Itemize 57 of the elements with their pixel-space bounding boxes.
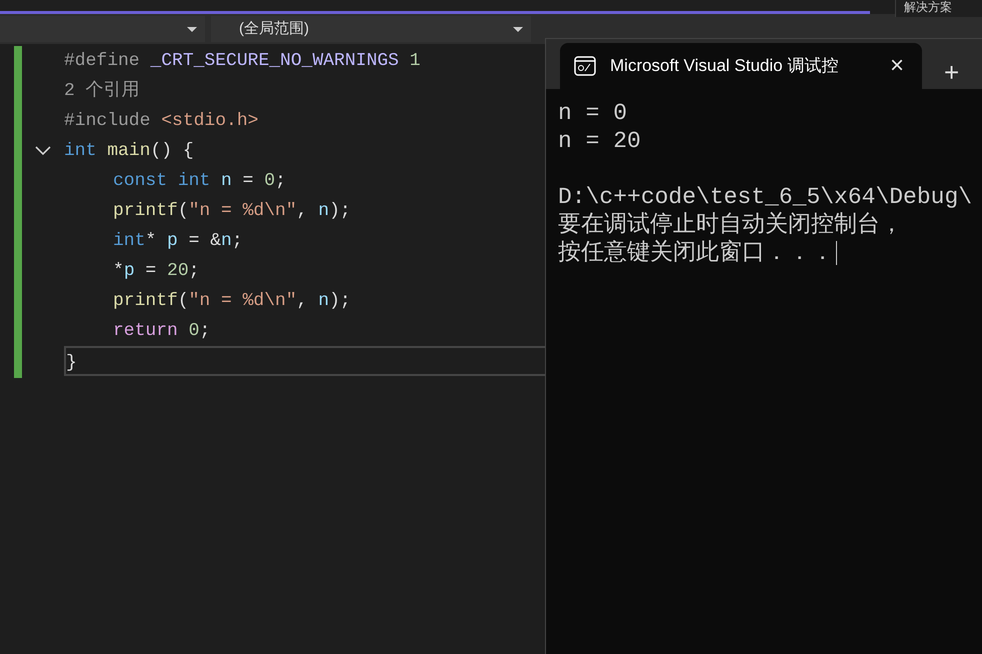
code-token: * xyxy=(113,260,124,283)
code-token: 0 xyxy=(264,170,276,193)
code-token: , xyxy=(296,200,308,223)
code-token: return xyxy=(113,320,179,343)
code-token: ); xyxy=(329,290,351,313)
code-token: ( xyxy=(178,290,189,313)
code-token: p xyxy=(124,260,135,283)
console-line: 按任意键关闭此窗口．．． xyxy=(558,239,982,267)
text-cursor xyxy=(836,240,837,265)
console-line: D:\c++code\test_6_5\x64\Debug\ xyxy=(558,183,974,211)
panel-title: 解决方案 xyxy=(903,0,953,14)
code-token: _CRT_SECURE_NO_WARNINGS xyxy=(150,50,399,73)
code-token: "n = %d\n" xyxy=(188,290,297,313)
code-token: n xyxy=(221,230,232,253)
code-token: () { xyxy=(150,140,194,163)
code-token: ); xyxy=(329,200,351,223)
code-token: const xyxy=(113,170,168,193)
code-token: 0 xyxy=(188,320,200,343)
code-token: <stdio.h> xyxy=(161,110,258,133)
console-line: 要在调试停止时自动关闭控制台， xyxy=(558,211,904,239)
scope-dropdown[interactable]: (全局范围) xyxy=(211,16,531,42)
code-token: printf xyxy=(113,290,178,313)
code-token: "n = %d\n" xyxy=(188,200,297,223)
code-token: ; xyxy=(188,260,200,283)
code-token: main xyxy=(107,140,150,163)
dropdown-arrow-icon[interactable] xyxy=(187,26,197,32)
code-token: ( xyxy=(178,200,189,223)
collapse-chevron-icon[interactable] xyxy=(35,146,51,156)
console-tab[interactable]: Microsoft Visual Studio 调试控 × xyxy=(560,43,922,89)
code-token: 1 xyxy=(408,50,420,73)
close-tab-button[interactable]: × xyxy=(886,54,908,78)
code-token: * xyxy=(145,230,158,253)
code-token: 20 xyxy=(167,260,189,283)
code-token: } xyxy=(66,352,77,374)
console-line: n = 0 xyxy=(558,99,628,127)
dropdown-arrow-icon[interactable] xyxy=(513,26,523,32)
code-token: int xyxy=(113,230,146,253)
code-token: ; xyxy=(199,320,210,343)
new-tab-button[interactable]: + xyxy=(938,59,966,85)
code-token: int xyxy=(64,140,98,163)
code-token: , xyxy=(296,290,308,313)
code-token: = xyxy=(144,260,158,283)
code-token: = xyxy=(242,170,254,193)
code-token: printf xyxy=(113,200,178,223)
code-token: #include xyxy=(64,110,152,133)
code-token: n xyxy=(318,200,330,223)
terminal-icon xyxy=(574,56,596,76)
code-token: n xyxy=(318,290,330,313)
code-token: ; xyxy=(232,230,243,253)
code-token: ; xyxy=(275,170,286,193)
code-token: = & xyxy=(188,230,222,253)
code-token: #define xyxy=(64,50,141,73)
code-token: 2 个引用 xyxy=(64,80,140,103)
console-line: n = 20 xyxy=(558,127,642,155)
code-token: p xyxy=(167,230,178,253)
code-token: int xyxy=(178,170,212,193)
code-token: n xyxy=(221,170,232,193)
